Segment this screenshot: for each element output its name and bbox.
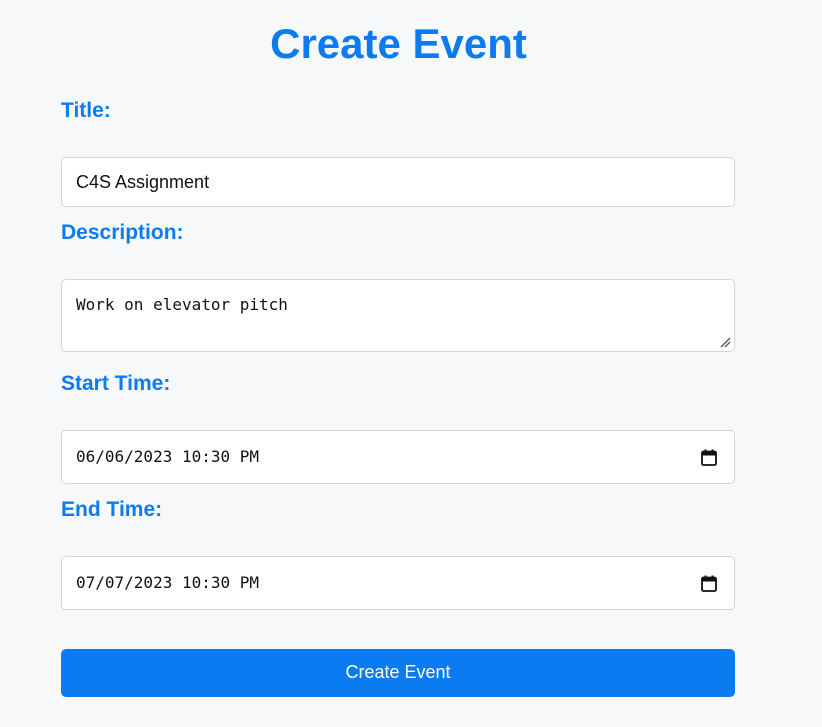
- start-time-input[interactable]: 06/06/2023 10:30 PM: [61, 430, 735, 484]
- page-title: Create Event: [270, 20, 527, 67]
- start-time-label: Start Time:: [61, 372, 171, 395]
- end-time-label: End Time:: [61, 498, 163, 521]
- calendar-icon[interactable]: [701, 449, 717, 466]
- calendar-icon[interactable]: [701, 575, 717, 592]
- description-textarea[interactable]: Work on elevator pitch: [61, 279, 735, 352]
- end-time-input[interactable]: 07/07/2023 10:30 PM: [61, 556, 735, 610]
- title-label: Title:: [61, 99, 111, 122]
- resize-grip-icon[interactable]: [719, 336, 731, 348]
- create-event-page: Create Event Title: C4S Assignment Descr…: [0, 0, 822, 727]
- description-label: Description:: [61, 221, 184, 244]
- title-input-value: C4S Assignment: [76, 172, 210, 192]
- title-input[interactable]: C4S Assignment: [61, 157, 735, 207]
- description-textarea-value: Work on elevator pitch: [76, 295, 288, 314]
- create-event-button[interactable]: Create Event: [61, 649, 735, 697]
- start-time-value: 06/06/2023 10:30 PM: [76, 447, 260, 466]
- end-time-value: 07/07/2023 10:30 PM: [76, 573, 260, 592]
